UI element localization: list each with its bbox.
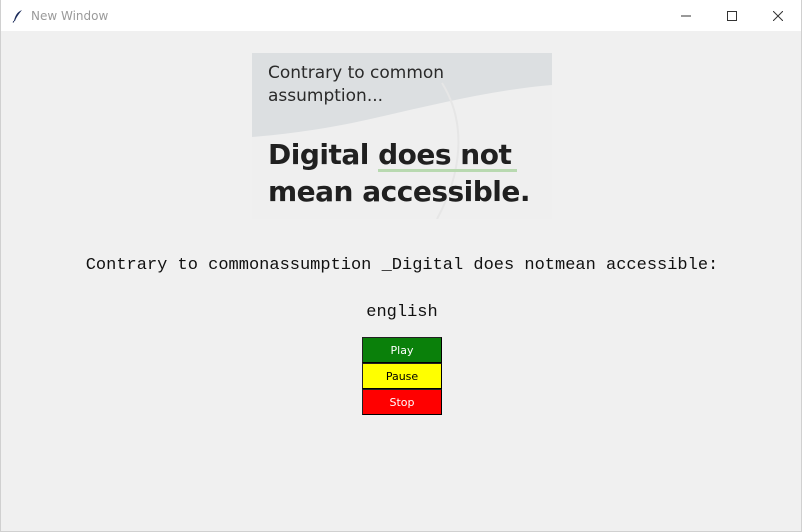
play-button[interactable]: Play xyxy=(362,337,442,363)
language-label: english xyxy=(366,303,438,322)
app-window: New Window Contrary to common assumption… xyxy=(0,0,802,532)
window-title: New Window xyxy=(31,8,109,23)
minimize-icon xyxy=(681,15,691,16)
banner-image: Contrary to common assumption... Digital… xyxy=(252,53,552,219)
close-button[interactable] xyxy=(755,0,801,31)
banner-headline: Digital does not mean accessible. xyxy=(268,136,531,210)
stop-button[interactable]: Stop xyxy=(362,389,442,415)
headline-underlined: does not xyxy=(378,138,512,171)
caption-label: Contrary to commonassumption _Digital do… xyxy=(85,256,719,275)
pause-button[interactable]: Pause xyxy=(362,363,442,389)
headline-part1: Digital xyxy=(268,138,379,171)
title-bar[interactable]: New Window xyxy=(1,0,801,31)
maximize-button[interactable] xyxy=(709,0,755,31)
banner-subtitle: Contrary to common assumption... xyxy=(268,62,508,108)
maximize-icon xyxy=(727,10,737,21)
headline-line2: mean accessible. xyxy=(268,175,531,208)
minimize-button[interactable] xyxy=(663,0,709,31)
banner-subtitle-line1: Contrary to common xyxy=(268,63,445,83)
window-controls xyxy=(663,0,801,31)
feather-icon xyxy=(11,9,25,23)
close-icon xyxy=(773,10,783,21)
banner-subtitle-line2: assumption... xyxy=(268,86,384,106)
